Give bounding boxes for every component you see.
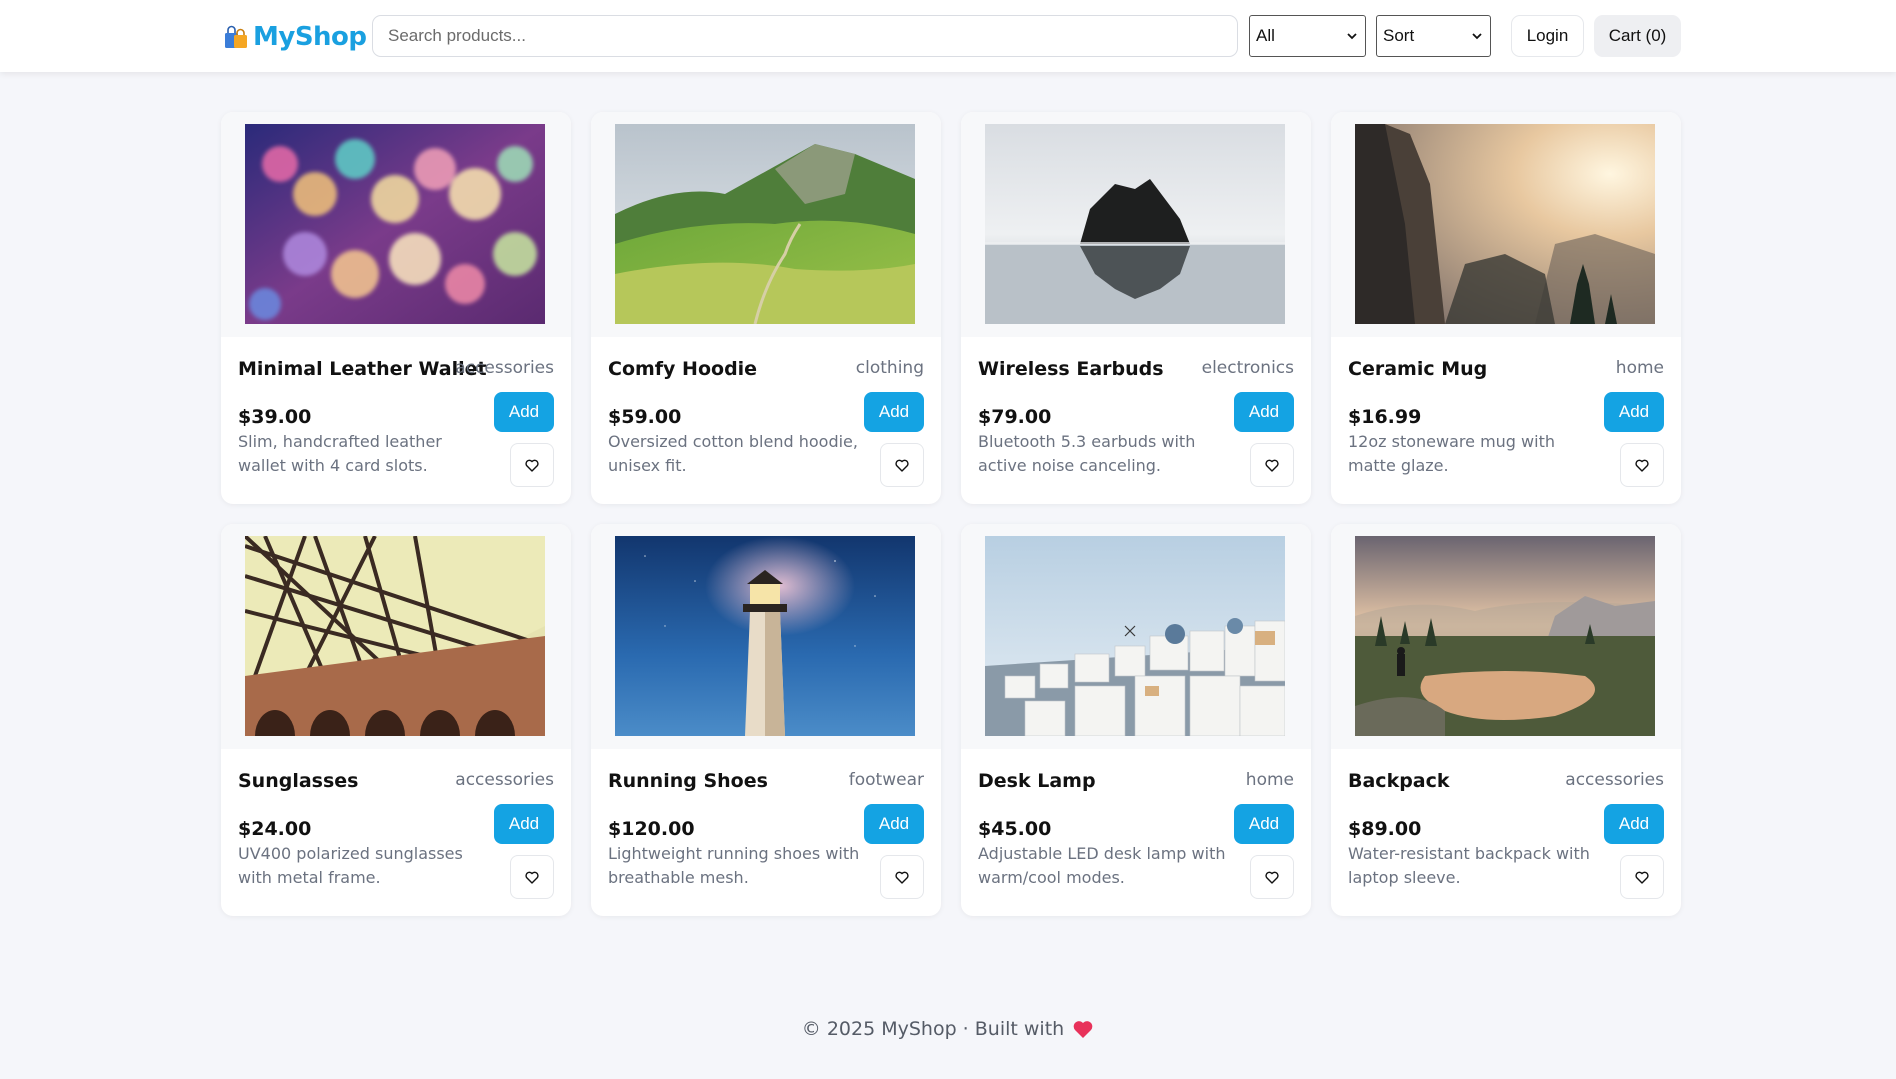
heart-icon xyxy=(1073,1021,1093,1038)
favorite-button[interactable] xyxy=(1620,855,1664,899)
cart-button[interactable]: Cart (0) xyxy=(1594,15,1681,57)
product-image-area xyxy=(1331,524,1681,749)
favorite-button[interactable] xyxy=(510,443,554,487)
add-to-cart-button[interactable]: Add xyxy=(1234,804,1294,844)
product-name[interactable]: Ceramic Mug xyxy=(1348,358,1487,380)
product-card: Ceramic Mug home $16.99 12oz stoneware m… xyxy=(1331,112,1681,504)
heart-icon xyxy=(895,459,909,472)
product-name[interactable]: Wireless Earbuds xyxy=(978,358,1164,380)
product-category: footwear xyxy=(848,770,924,790)
product-image-area xyxy=(591,112,941,337)
product-price: $45.00 xyxy=(978,818,1052,840)
product-description: Bluetooth 5.3 earbuds with active noise … xyxy=(978,432,1196,475)
product-category: home xyxy=(1245,770,1294,790)
product-name[interactable]: Sunglasses xyxy=(238,770,359,792)
product-image-area xyxy=(961,112,1311,337)
footer-text: © 2025 MyShop · Built with xyxy=(801,1018,1065,1040)
lighthouse-photo[interactable] xyxy=(615,536,915,736)
product-category: accessories xyxy=(455,358,554,378)
brand-name: MyShop xyxy=(253,22,367,52)
heart-icon xyxy=(525,871,539,884)
shopping-bags-icon xyxy=(225,25,247,48)
product-image-area xyxy=(1331,112,1681,337)
product-name[interactable]: Backpack xyxy=(1348,770,1450,792)
product-price: $120.00 xyxy=(608,818,695,840)
heart-icon xyxy=(1635,871,1649,884)
white-village-photo[interactable] xyxy=(985,536,1285,736)
product-category: home xyxy=(1615,358,1664,378)
heart-icon xyxy=(525,459,539,472)
add-to-cart-button[interactable]: Add xyxy=(1604,392,1664,432)
favorite-button[interactable] xyxy=(880,855,924,899)
footer: © 2025 MyShop · Built with xyxy=(0,1018,1896,1040)
steel-bridge-photo[interactable] xyxy=(245,536,545,736)
category-select-value: All xyxy=(1256,26,1275,45)
product-name[interactable]: Desk Lamp xyxy=(978,770,1096,792)
product-category: accessories xyxy=(455,770,554,790)
product-image-area xyxy=(591,524,941,749)
favorite-button[interactable] xyxy=(1620,443,1664,487)
product-price: $16.99 xyxy=(1348,406,1422,428)
sunlit-cliffs-photo[interactable] xyxy=(1355,124,1655,324)
product-description: Oversized cotton blend hoodie, unisex fi… xyxy=(608,432,858,475)
product-name[interactable]: Comfy Hoodie xyxy=(608,358,757,380)
add-to-cart-button[interactable]: Add xyxy=(494,804,554,844)
sea-rock-photo[interactable] xyxy=(985,124,1285,324)
favorite-button[interactable] xyxy=(1250,443,1294,487)
bokeh-lights-photo[interactable] xyxy=(245,124,545,324)
add-to-cart-button[interactable]: Add xyxy=(494,392,554,432)
mountain-lake-photo[interactable] xyxy=(1355,536,1655,736)
add-to-cart-button[interactable]: Add xyxy=(864,804,924,844)
product-image-area xyxy=(961,524,1311,749)
product-description: Water-resistant backpack with laptop sle… xyxy=(1348,844,1590,887)
product-price: $24.00 xyxy=(238,818,312,840)
add-to-cart-button[interactable]: Add xyxy=(864,392,924,432)
product-category: clothing xyxy=(855,358,924,378)
product-description: UV400 polarized sunglasses with metal fr… xyxy=(238,844,463,887)
sort-select[interactable]: Sort xyxy=(1376,15,1491,57)
heart-icon xyxy=(895,871,909,884)
brand-logo[interactable]: MyShop xyxy=(223,20,367,54)
product-image-area xyxy=(221,524,571,749)
product-price: $39.00 xyxy=(238,406,312,428)
product-price: $89.00 xyxy=(1348,818,1422,840)
login-button[interactable]: Login xyxy=(1511,15,1584,57)
chevron-down-icon xyxy=(1347,33,1357,40)
product-description: Adjustable LED desk lamp with warm/cool … xyxy=(978,844,1226,887)
product-card: Sunglasses accessories $24.00 UV400 pola… xyxy=(221,524,571,916)
top-navbar: MyShop All Sort Login Cart (0) xyxy=(0,0,1896,72)
add-to-cart-button[interactable]: Add xyxy=(1604,804,1664,844)
heart-icon xyxy=(1265,459,1279,472)
product-card: Comfy Hoodie clothing $59.00 Oversized c… xyxy=(591,112,941,504)
product-description: 12oz stoneware mug with matte glaze. xyxy=(1348,432,1555,475)
product-card: Wireless Earbuds electronics $79.00 Blue… xyxy=(961,112,1311,504)
product-image-area xyxy=(221,112,571,337)
product-card: Minimal Leather Wallet accessories $39.0… xyxy=(221,112,571,504)
search-input[interactable] xyxy=(372,15,1238,57)
category-select[interactable]: All xyxy=(1249,15,1366,57)
product-price: $59.00 xyxy=(608,406,682,428)
product-category: electronics xyxy=(1201,358,1294,378)
favorite-button[interactable] xyxy=(510,855,554,899)
add-to-cart-button[interactable]: Add xyxy=(1234,392,1294,432)
favorite-button[interactable] xyxy=(880,443,924,487)
product-card: Backpack accessories $89.00 Water-resist… xyxy=(1331,524,1681,916)
product-description: Lightweight running shoes with breathabl… xyxy=(608,844,860,887)
chevron-down-icon xyxy=(1472,33,1482,40)
product-price: $79.00 xyxy=(978,406,1052,428)
green-mountain-photo[interactable] xyxy=(615,124,915,324)
heart-icon xyxy=(1635,459,1649,472)
heart-icon xyxy=(1265,871,1279,884)
product-name[interactable]: Running Shoes xyxy=(608,770,768,792)
product-description: Slim, handcrafted leather wallet with 4 … xyxy=(238,432,442,475)
product-name[interactable]: Minimal Leather Wallet xyxy=(238,358,487,380)
product-card: Desk Lamp home $45.00 Adjustable LED des… xyxy=(961,524,1311,916)
product-category: accessories xyxy=(1565,770,1664,790)
product-card: Running Shoes footwear $120.00 Lightweig… xyxy=(591,524,941,916)
favorite-button[interactable] xyxy=(1250,855,1294,899)
sort-select-value: Sort xyxy=(1383,26,1415,45)
